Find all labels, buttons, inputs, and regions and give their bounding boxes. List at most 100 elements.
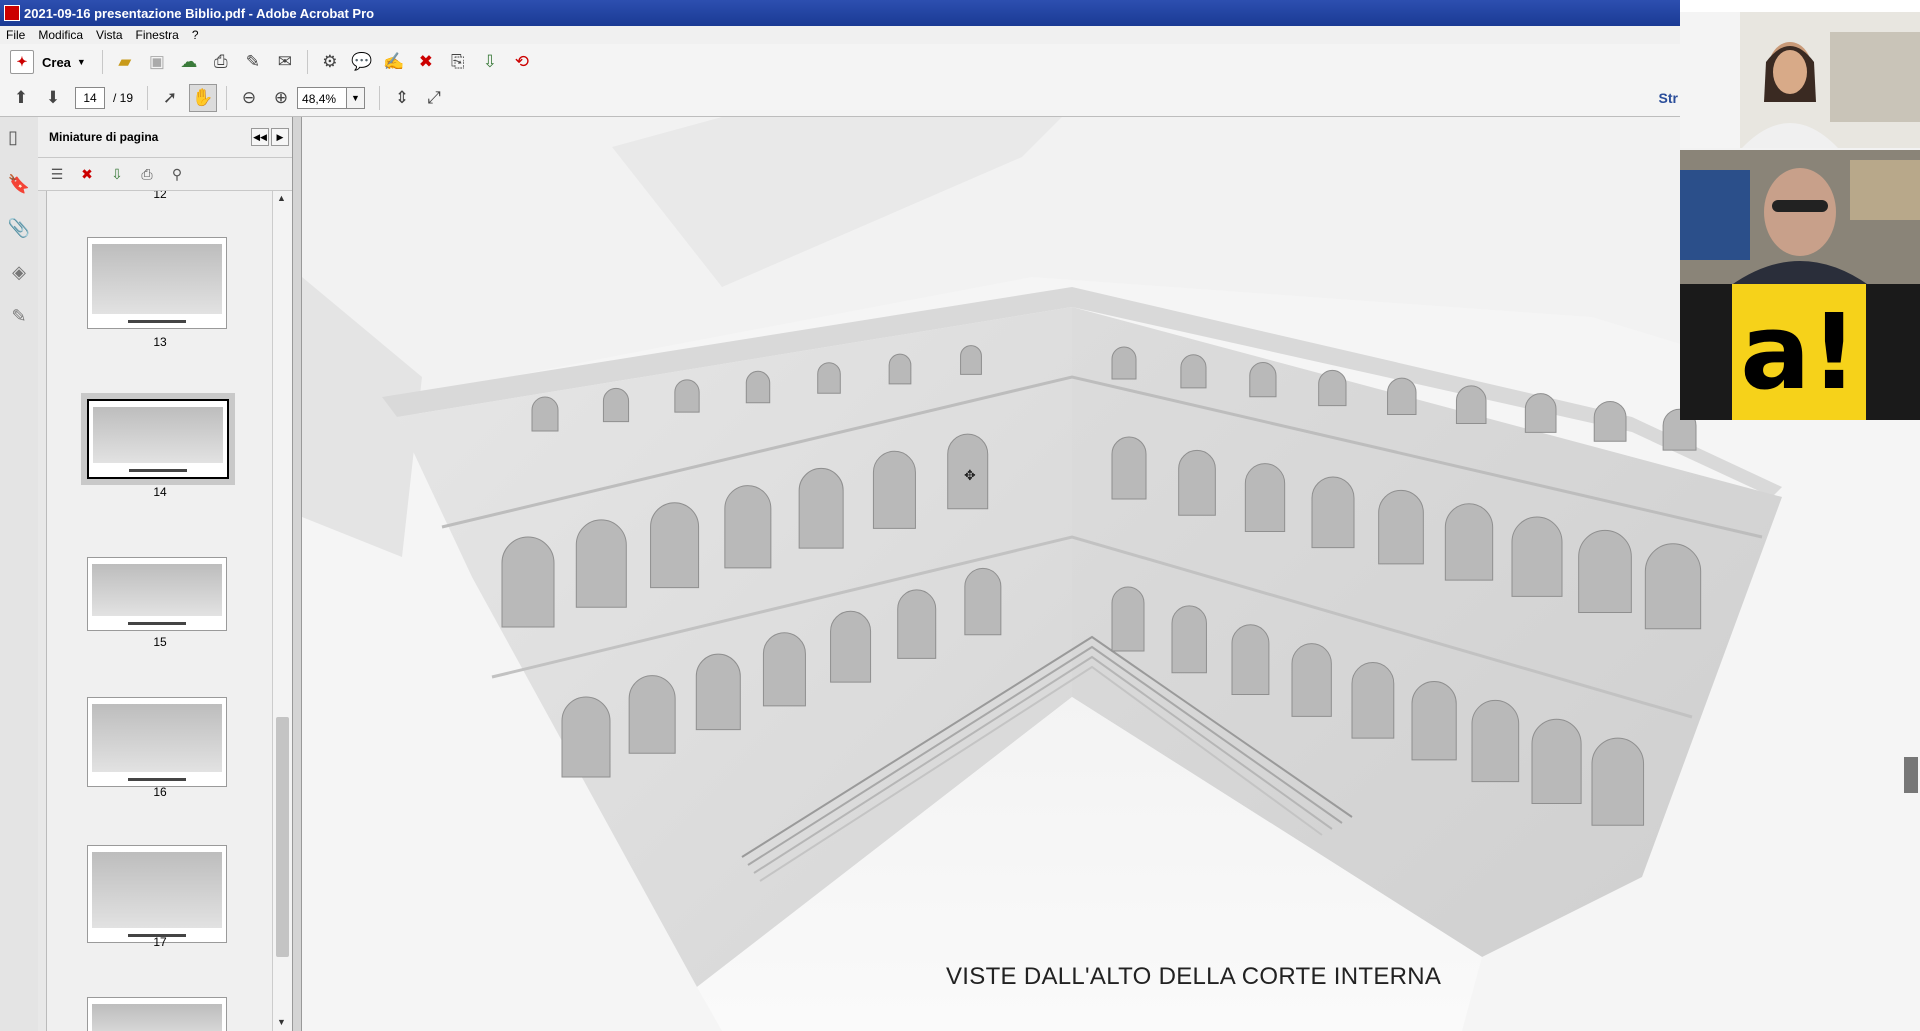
participant-avatar <box>1680 12 1920 148</box>
tools-link[interactable]: Str <box>1659 90 1678 106</box>
thumbnail-label[interactable]: 13 <box>47 335 273 349</box>
thumbnail-label[interactable]: 15 <box>47 635 273 649</box>
facade-window <box>1249 362 1277 398</box>
facade-window <box>964 567 1002 636</box>
facade-window <box>1231 624 1270 696</box>
main-toolbar: ✦ Crea ▼ ▰ ▣ ☁ ⎙ ✎ ✉ ⚙ 💬 ✍ ✖ ⎘ ⇩ ⟲ <box>0 44 1680 81</box>
hand-tool-icon[interactable]: ✋ <box>189 84 218 112</box>
chevron-down-icon: ▼ <box>76 57 86 67</box>
replace-pages-icon[interactable]: ⟲ <box>509 49 535 75</box>
facade-window <box>1244 463 1286 532</box>
panel-toolbar: ☰ ✖ ⇩ ⎙ ⚲ <box>38 158 292 191</box>
expand-panel-icon[interactable]: ▶ <box>271 128 289 146</box>
gear-icon[interactable]: ⚙ <box>317 49 343 75</box>
thumbnail-page[interactable] <box>87 997 227 1031</box>
layers-icon[interactable]: ◈ <box>8 261 30 283</box>
toolbar-divider <box>226 86 228 110</box>
page-number-input[interactable]: 14 <box>75 87 105 109</box>
create-label: Crea <box>42 54 71 70</box>
thumbnail-image <box>92 1004 222 1031</box>
thumbnail-label[interactable]: 12 <box>47 191 273 201</box>
thumbnail-page[interactable] <box>87 845 227 943</box>
attachment-icon[interactable]: 📎 <box>8 217 30 239</box>
participant-video-1[interactable] <box>1680 12 1920 148</box>
comment-icon[interactable]: 💬 <box>349 49 375 75</box>
scrollbar-thumb[interactable] <box>276 717 289 957</box>
fit-width-icon[interactable]: ⤢ <box>421 85 447 111</box>
insert-pages-icon[interactable]: ⇩ <box>106 163 128 185</box>
document-scrollbar-thumb[interactable] <box>1904 757 1918 793</box>
zoom-out-icon[interactable]: ⊖ <box>236 85 262 111</box>
open-folder-icon[interactable]: ▰ <box>112 49 138 75</box>
thumbnail-page[interactable] <box>87 557 227 631</box>
sign-icon[interactable]: ✍ <box>381 49 407 75</box>
print-icon[interactable]: ⎙ <box>208 49 234 75</box>
facade-window <box>1171 605 1207 674</box>
insert-pages-icon[interactable]: ⇩ <box>477 49 503 75</box>
collapse-panel-icon[interactable]: ◀◀ <box>251 128 269 146</box>
facade-window <box>1378 490 1424 565</box>
signatures-icon[interactable]: ✎ <box>8 305 30 327</box>
menu-vista[interactable]: Vista <box>96 28 122 42</box>
thumbnail-page[interactable] <box>87 237 227 329</box>
print-pages-icon[interactable]: ⎙ <box>136 163 158 185</box>
delete-pages-icon[interactable]: ✖ <box>76 163 98 185</box>
menu-bar: File Modifica Vista Finestra ? <box>0 26 1680 44</box>
email-icon[interactable]: ✉ <box>272 49 298 75</box>
menu-file[interactable]: File <box>6 28 25 42</box>
select-cursor-icon[interactable]: ➚ <box>157 85 183 111</box>
window-title: 2021-09-16 presentazione Biblio.pdf - Ad… <box>24 5 375 21</box>
document-view[interactable]: ✥ VISTE DALL'ALTO DELLA CORTE INTERNA <box>302 117 1920 1031</box>
menu-help[interactable]: ? <box>192 28 199 42</box>
thumbnail-caption-line <box>128 622 186 625</box>
facade-window <box>501 536 555 628</box>
toolbar-divider <box>147 86 149 110</box>
scroll-down-arrow-icon[interactable]: ▼ <box>277 1017 286 1027</box>
thumbnail-label[interactable]: 16 <box>47 785 273 799</box>
menu-modifica[interactable]: Modifica <box>38 28 83 42</box>
facade-window <box>1444 503 1494 581</box>
page-properties-icon[interactable]: ⚲ <box>166 163 188 185</box>
delete-pages-icon[interactable]: ✖ <box>413 49 439 75</box>
facade-window <box>1318 370 1347 407</box>
participant-logo-tile[interactable]: a! <box>1680 284 1920 420</box>
menu-finestra[interactable]: Finestra <box>136 28 179 42</box>
bookmark-icon[interactable]: 🔖 <box>8 173 30 195</box>
options-menu-icon[interactable]: ☰ <box>46 163 68 185</box>
facade-window <box>817 362 841 394</box>
cloud-upload-icon[interactable]: ☁ <box>176 49 202 75</box>
brand-logo: a! <box>1732 284 1866 420</box>
facade-window <box>1593 400 1627 442</box>
thumbnail-page[interactable] <box>87 697 227 787</box>
edit-icon[interactable]: ✎ <box>240 49 266 75</box>
thumbnail-label[interactable]: 17 <box>47 935 273 949</box>
fit-page-icon[interactable]: ⇕ <box>389 85 415 111</box>
thumbnail-image <box>92 244 222 314</box>
facade-window <box>602 388 630 423</box>
zoom-level-input[interactable]: 48,4% <box>297 87 348 109</box>
thumbnail-label[interactable]: 14 <box>47 485 273 499</box>
panel-splitter[interactable] <box>292 117 302 1031</box>
extract-pages-icon[interactable]: ⎘ <box>445 49 471 75</box>
thumbnail-page-selected[interactable] <box>81 393 235 485</box>
facade-window <box>561 696 611 778</box>
participant-video-2[interactable] <box>1680 150 1920 286</box>
toolbar-divider <box>379 86 381 110</box>
thumbnail-scrollbar[interactable]: ▲ ▼ <box>272 191 293 1031</box>
facade-window <box>1111 586 1145 652</box>
chevron-down-icon[interactable]: ▼ <box>347 87 366 109</box>
facade-window <box>1111 346 1137 380</box>
create-button[interactable]: ✦ Crea ▼ <box>10 50 86 74</box>
previous-page-icon[interactable]: ⬆ <box>8 85 34 111</box>
facade-window <box>1291 643 1332 717</box>
facade-window <box>798 467 844 549</box>
facade-window <box>1524 393 1557 433</box>
page-thumbnails-icon[interactable]: ▯ <box>8 127 18 148</box>
window-title-bar: 2021-09-16 presentazione Biblio.pdf - Ad… <box>0 0 1680 26</box>
scroll-up-arrow-icon[interactable]: ▲ <box>277 193 286 203</box>
panel-header: ▯ Miniature di pagina ◀◀ ▶ <box>8 117 292 158</box>
save-icon[interactable]: ▣ <box>144 49 170 75</box>
zoom-in-icon[interactable]: ⊕ <box>268 85 294 111</box>
thumbnail-image <box>93 407 223 463</box>
next-page-icon[interactable]: ⬇ <box>40 85 66 111</box>
